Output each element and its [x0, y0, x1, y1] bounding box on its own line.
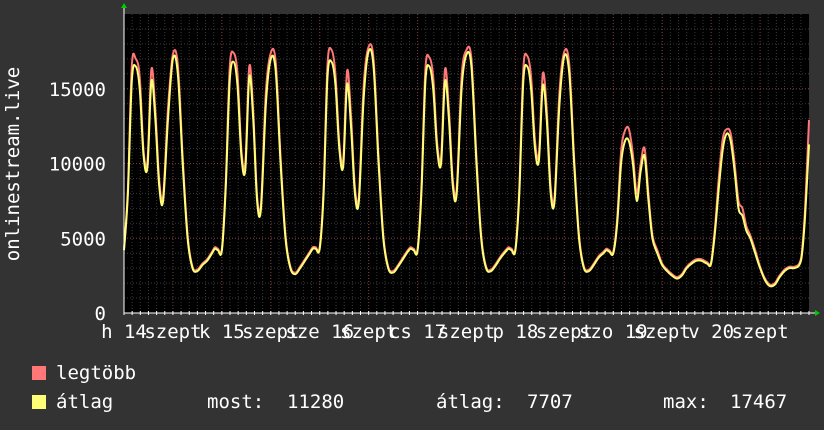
x-tick-label: szept [634, 321, 691, 343]
stat-max-value: 17467 [730, 391, 788, 413]
stat-now-label: most: [207, 391, 265, 413]
x-tick-label: szept [438, 321, 495, 343]
stat-now-value: 11280 [287, 391, 345, 413]
y-axis-arrow [121, 3, 127, 8]
x-tick-label: k 15 [199, 321, 245, 343]
y-tick-label: 10000 [49, 154, 106, 176]
x-tick-label: szept [144, 321, 201, 343]
legend-swatch-max [32, 366, 46, 380]
stat-avg-label: átlag: [436, 391, 505, 413]
legend-label-avg: átlag [56, 391, 114, 413]
legend-label-max: legtöbb [56, 362, 137, 384]
x-tick-label: h 14 [101, 321, 147, 343]
x-tick-label: szept [731, 321, 788, 343]
y-axis-label: onlinestream.live [2, 67, 24, 261]
legend-swatch-avg [32, 395, 46, 409]
x-tick-label: v 20 [688, 321, 734, 343]
stat-avg-value: 7707 [527, 391, 573, 413]
y-tick-label: 15000 [49, 79, 106, 101]
x-tick-label: p 18 [493, 321, 539, 343]
stat-max-label: max: [663, 391, 709, 413]
x-axis-arrow [815, 310, 820, 316]
y-tick-label: 5000 [60, 228, 106, 250]
